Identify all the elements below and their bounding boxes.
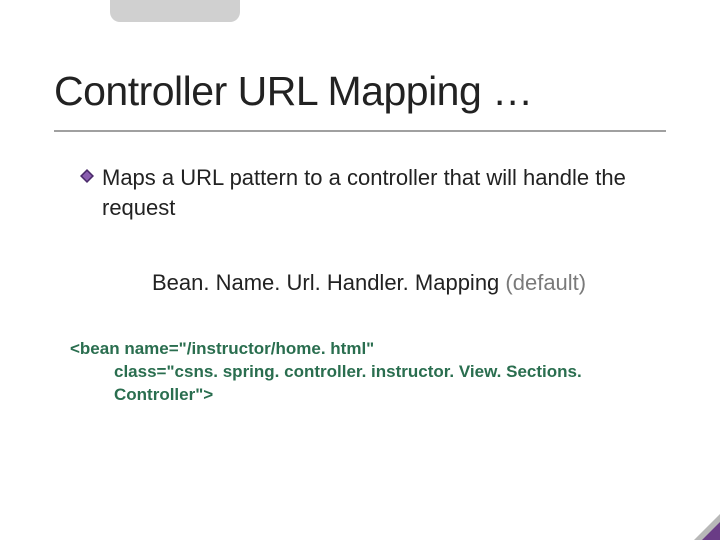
- diamond-bullet-icon: [80, 169, 94, 188]
- code-line-2: class="csns. spring. controller. instruc…: [70, 361, 670, 407]
- handler-mapping-label: Bean. Name. Url. Handler. Mapping (defau…: [152, 270, 586, 296]
- corner-triangle-inner: [702, 522, 720, 540]
- code-snippet: <bean name="/instructor/home. html" clas…: [70, 338, 670, 407]
- title-underline: [54, 130, 666, 132]
- header-tab-decoration: [110, 0, 240, 22]
- bullet-text: Maps a URL pattern to a controller that …: [102, 163, 640, 222]
- code-line-1: <bean name="/instructor/home. html": [70, 338, 670, 361]
- handler-mapping-name: Bean. Name. Url. Handler. Mapping: [152, 270, 499, 295]
- handler-mapping-default: (default): [499, 270, 586, 295]
- bullet-item: Maps a URL pattern to a controller that …: [80, 163, 640, 222]
- slide-title: Controller URL Mapping …: [54, 68, 533, 115]
